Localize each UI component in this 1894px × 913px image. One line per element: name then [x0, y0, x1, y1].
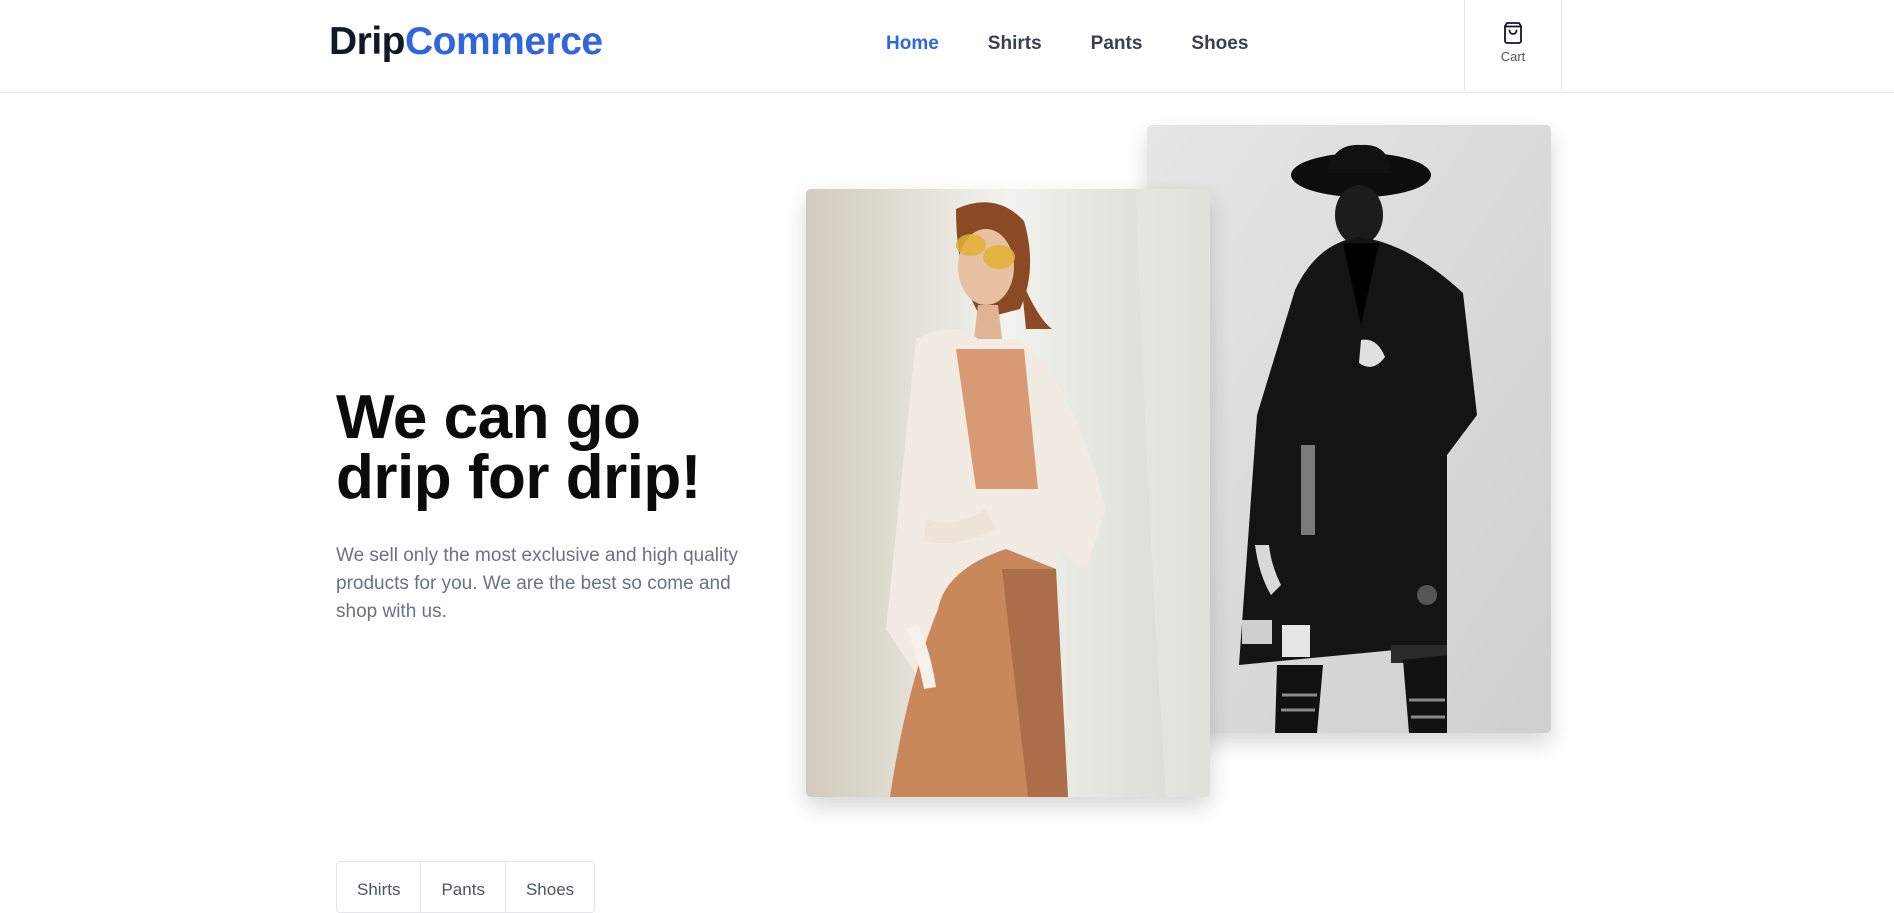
cart-button[interactable]: Cart [1464, 0, 1562, 91]
nav-link-shirts[interactable]: Shirts [988, 32, 1042, 56]
nav-link-home[interactable]: Home [886, 32, 939, 56]
nav-link-shoes[interactable]: Shoes [1191, 32, 1248, 56]
site-header: DripCommerce Home Shirts Pants Shoes Car… [0, 0, 1894, 93]
hero-title: We can go drip for drip! [336, 383, 701, 512]
hero-title-line-1: We can go [336, 383, 641, 452]
cart-label: Cart [1500, 49, 1526, 64]
logo[interactable]: DripCommerce [329, 20, 603, 64]
hero-title-line-2: drip for drip! [336, 443, 701, 512]
nav-link-pants[interactable]: Pants [1091, 32, 1143, 56]
main-nav: Home Shirts Pants Shoes [886, 32, 1297, 56]
tab-shirts[interactable]: Shirts [337, 862, 422, 912]
tab-shoes[interactable]: Shoes [506, 862, 594, 912]
woman-in-white-shirt-photo [806, 189, 1210, 797]
logo-part-drip: Drip [329, 20, 406, 63]
shopping-bag-icon [1504, 22, 1522, 44]
hero-description: We sell only the most exclusive and high… [336, 545, 739, 622]
tab-pants[interactable]: Pants [421, 862, 506, 912]
category-tabs: Shirts Pants Shoes [336, 861, 596, 913]
logo-part-commerce: Commerce [405, 20, 603, 63]
